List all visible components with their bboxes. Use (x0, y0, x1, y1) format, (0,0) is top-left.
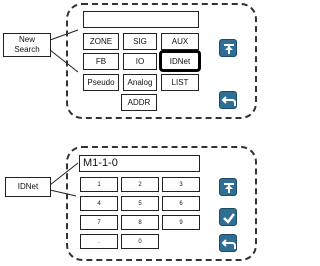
key-6[interactable]: 6 (162, 196, 200, 211)
key-5[interactable]: 5 (121, 196, 159, 211)
key-dot[interactable]: . (80, 234, 118, 249)
key-9[interactable]: 9 (162, 215, 200, 230)
pseudo-button[interactable]: Pseudo (83, 74, 119, 91)
back-arrow-icon[interactable] (219, 91, 237, 109)
pin-up-icon[interactable] (219, 39, 237, 57)
key-3[interactable]: 3 (162, 177, 200, 192)
fb-button[interactable]: FB (83, 53, 119, 70)
new-search-callout: New Search (3, 33, 51, 57)
key-8[interactable]: 8 (121, 215, 159, 230)
zone-button[interactable]: ZONE (83, 33, 119, 50)
io-button[interactable]: IO (123, 53, 157, 70)
address-display: M1-1-0 (79, 155, 200, 172)
key-7[interactable]: 7 (80, 215, 118, 230)
pin-up-icon[interactable] (219, 178, 237, 196)
list-button[interactable]: LIST (161, 74, 199, 91)
analog-button[interactable]: Analog (123, 74, 157, 91)
search-display (83, 11, 199, 28)
key-4[interactable]: 4 (80, 196, 118, 211)
idnet-button[interactable]: IDNet (159, 50, 201, 72)
sig-button[interactable]: SIG (123, 33, 157, 50)
idnet-callout: IDNet (5, 177, 51, 197)
key-1[interactable]: 1 (80, 177, 118, 192)
addr-button[interactable]: ADDR (121, 94, 157, 111)
key-0[interactable]: 0 (121, 234, 159, 249)
key-2[interactable]: 2 (121, 177, 159, 192)
back-arrow-icon[interactable] (219, 234, 237, 252)
check-icon[interactable] (219, 208, 237, 226)
aux-button[interactable]: AUX (161, 33, 199, 50)
